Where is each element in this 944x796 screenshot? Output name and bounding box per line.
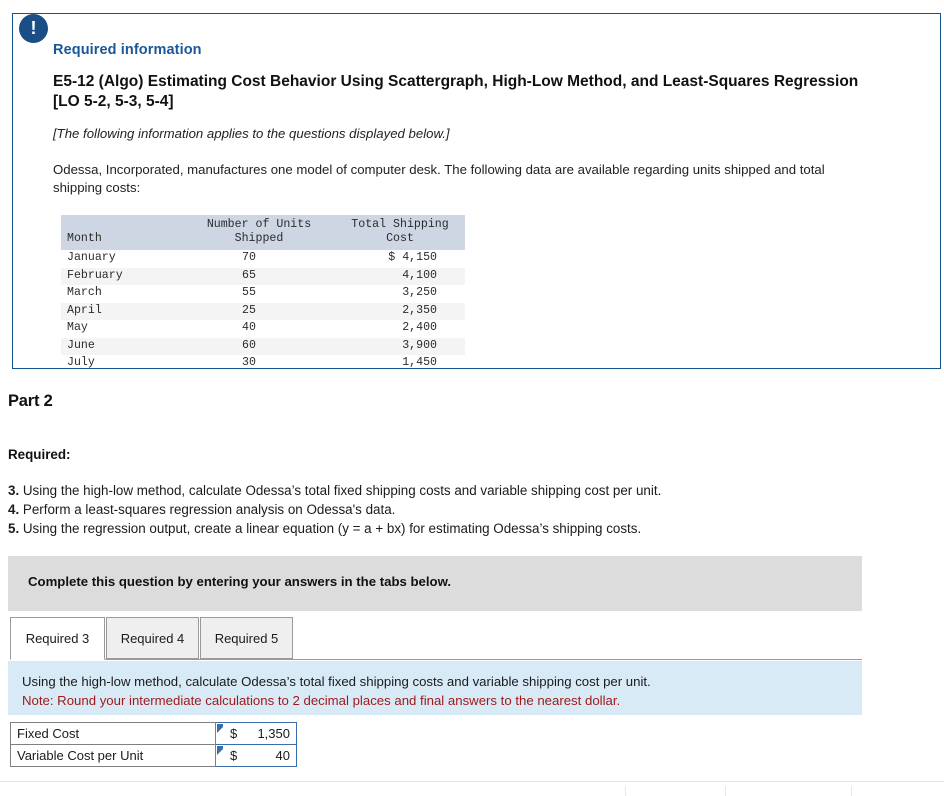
cell-month: June [61, 337, 183, 355]
cell-comment-flag-icon [217, 746, 223, 755]
cell-cost: 1,450 [402, 356, 437, 369]
answer-row-label: Fixed Cost [10, 722, 216, 745]
rounding-note-text: Note: Round your intermediate calculatio… [22, 693, 621, 708]
required-information-panel: Required information E5-12 (Algo) Estima… [12, 13, 941, 369]
tab-label: Required 3 [25, 631, 90, 646]
part-heading: Part 2 [8, 392, 53, 410]
exclamation-icon: ! [19, 14, 48, 43]
required-information-label: Required information [53, 42, 202, 58]
column-header-units-line2: Shipped [234, 232, 284, 245]
data-table-head: Month Number of Units Shipped Total Ship… [61, 215, 465, 250]
requirements-list: 3. Using the high-low method, calculate … [8, 481, 908, 538]
cell-units: 30 [242, 356, 256, 369]
cell-units: 25 [183, 302, 335, 320]
requirement-tab-strip: Required 3 Required 4 Required 5 [10, 617, 862, 660]
cell-cost: 3,900 [335, 337, 465, 355]
requirement-number: 5. [8, 521, 23, 536]
answer-row: Fixed Cost $1,350 [10, 722, 297, 745]
answer-row-label: Variable Cost per Unit [10, 744, 216, 767]
cell-cost: 2,350 [335, 302, 465, 320]
answer-value: 40 [275, 748, 290, 763]
cell-cost: 3,250 [402, 286, 437, 299]
question-prompt-text: Using the high-low method, calculate Ode… [22, 674, 651, 689]
cell-cost: $ 4,150 [388, 251, 437, 264]
data-table-body: January 70 $ 4,150 February 65 4,100 March 55 3,… [61, 250, 465, 373]
table-row: March 55 3,250 [61, 285, 465, 303]
column-header-cost-line2: Cost [386, 232, 414, 245]
tab-required-5[interactable]: Required 5 [200, 617, 293, 659]
footer-divider-2 [725, 786, 726, 796]
footer-divider-line [0, 781, 944, 782]
column-header-units-line1: Number of Units [206, 218, 312, 231]
cell-month: January [67, 251, 116, 264]
complete-question-banner-text: Complete this question by entering your … [28, 574, 452, 589]
requirement-number: 4. [8, 502, 23, 517]
tab-label: Required 5 [214, 631, 279, 646]
requirement-item-4: 4. Perform a least-squares regression an… [8, 500, 908, 519]
tab-strip-underline [10, 659, 862, 660]
table-row: January 70 $ 4,150 [61, 250, 465, 268]
page-title: E5-12 (Algo) Estimating Cost Behavior Us… [53, 73, 859, 110]
requirement-item-3: 3. Using the high-low method, calculate … [8, 481, 908, 500]
table-row: June 60 3,900 [61, 337, 465, 355]
table-row: April 25 2,350 [61, 302, 465, 320]
tab-required-4[interactable]: Required 4 [106, 617, 199, 659]
requirement-text: Perform a least-squares regression analy… [22, 502, 396, 517]
tab-required-3[interactable]: Required 3 [10, 617, 105, 660]
applies-note: [The following information applies to th… [53, 126, 450, 141]
table-row: February 65 4,100 [61, 267, 465, 285]
cell-month: March [67, 286, 102, 299]
column-header-month: Month [61, 215, 183, 250]
question-note-banner: Using the high-low method, calculate Ode… [8, 661, 862, 715]
answer-entry-table-body: Fixed Cost $1,350 Variable Cost per Unit $4… [10, 722, 297, 767]
table-row: July 30 1,450 [61, 355, 465, 373]
data-table-header-row: Month Number of Units Shipped Total Ship… [61, 215, 465, 250]
tab-label: Required 4 [120, 631, 185, 646]
answer-input-cell[interactable]: $40 [215, 744, 297, 767]
required-heading: Required: [8, 447, 71, 462]
cell-month: February [61, 267, 183, 285]
cell-units: 40 [242, 321, 256, 334]
column-header-cost: Total Shipping Cost [335, 215, 465, 250]
footer-divider-1 [625, 786, 626, 796]
footer-divider-3 [851, 786, 852, 796]
required-information-content: Required information E5-12 (Algo) Estima… [13, 14, 940, 373]
column-header-units: Number of Units Shipped [183, 215, 335, 250]
cell-units: 70 [242, 251, 256, 264]
cell-month: July [67, 356, 95, 369]
cell-comment-flag-icon [217, 724, 223, 733]
requirement-text: Using the high-low method, calculate Ode… [22, 483, 662, 498]
currency-symbol: $ [230, 726, 238, 741]
complete-question-banner: Complete this question by entering your … [8, 556, 862, 611]
column-header-cost-line1: Total Shipping [351, 218, 449, 231]
currency-symbol: $ [230, 748, 238, 763]
intro-paragraph: Odessa, Incorporated, manufactures one m… [53, 162, 825, 195]
requirement-number: 3. [8, 483, 23, 498]
cell-month: May [67, 321, 88, 334]
answer-value: 1,350 [257, 726, 290, 741]
shipping-data-table: Month Number of Units Shipped Total Ship… [61, 215, 465, 373]
answer-entry-table: Fixed Cost $1,350 Variable Cost per Unit $4… [10, 722, 297, 767]
requirement-text: Using the regression output, create a li… [22, 521, 642, 536]
cell-cost: 4,100 [335, 267, 465, 285]
cell-cost: 2,400 [402, 321, 437, 334]
cell-units: 60 [183, 337, 335, 355]
answer-row: Variable Cost per Unit $40 [10, 744, 297, 767]
cell-units: 55 [242, 286, 256, 299]
table-row: May 40 2,400 [61, 320, 465, 338]
requirement-item-5: 5. Using the regression output, create a… [8, 519, 908, 538]
answer-input-cell[interactable]: $1,350 [215, 722, 297, 745]
cell-units: 65 [183, 267, 335, 285]
cell-month: April [61, 302, 183, 320]
